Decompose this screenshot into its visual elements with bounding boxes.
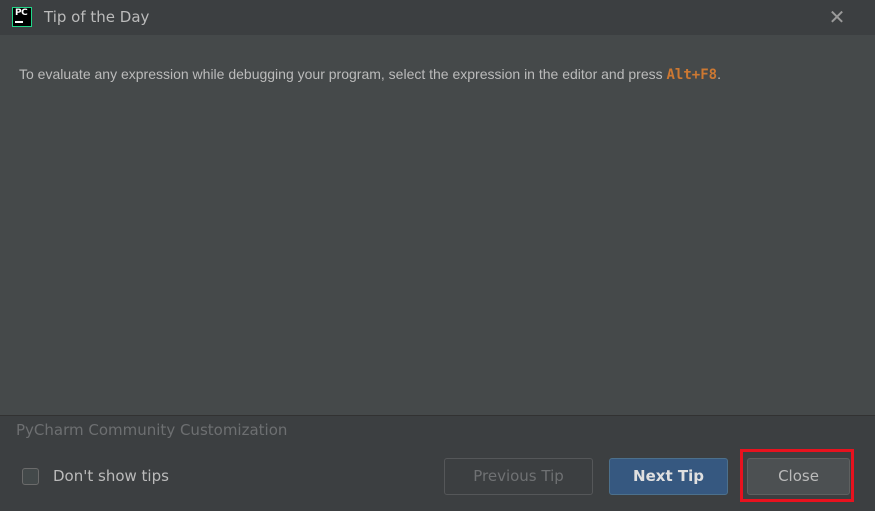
tip-text: To evaluate any expression while debuggi…: [19, 62, 859, 87]
tip-content-panel: To evaluate any expression while debuggi…: [0, 35, 875, 415]
dont-show-tips-checkbox[interactable]: Don't show tips: [22, 465, 169, 487]
title-bar: PC Tip of the Day ✕: [0, 0, 875, 35]
close-button[interactable]: Close: [747, 458, 850, 495]
tip-shortcut: Alt+F8: [666, 67, 718, 83]
tip-text-end: .: [717, 66, 721, 82]
pycharm-logo-icon: PC: [12, 7, 32, 27]
checkbox-unchecked-icon[interactable]: [22, 467, 39, 485]
checkbox-label[interactable]: Don't show tips: [53, 467, 169, 485]
tip-text-body: To evaluate any expression while debuggi…: [19, 66, 667, 82]
previous-tip-button[interactable]: Previous Tip: [444, 458, 593, 495]
tip-source: PyCharm Community Customization: [16, 421, 288, 439]
next-tip-button[interactable]: Next Tip: [609, 458, 728, 495]
dialog-footer: PyCharm Community Customization Don't sh…: [0, 416, 875, 511]
app-icon-text: PC: [15, 8, 28, 18]
window-title: Tip of the Day: [44, 8, 150, 26]
close-icon[interactable]: ✕: [825, 6, 849, 30]
tip-of-the-day-dialog: PC Tip of the Day ✕ To evaluate any expr…: [0, 0, 875, 511]
